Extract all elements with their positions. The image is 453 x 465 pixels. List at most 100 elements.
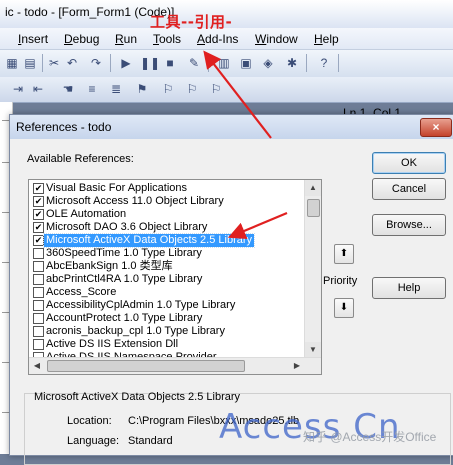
reference-label: AccessibilityCplAdmin 1.0 Type Library [46, 299, 236, 311]
reference-item[interactable]: ✔ Microsoft DAO 3.6 Object Library [29, 221, 305, 234]
language-label: Language: [67, 435, 119, 447]
priority-up-button[interactable]: ⬆ [334, 244, 354, 264]
object-browser-icon[interactable]: ◈ [260, 55, 276, 71]
reference-checkbox[interactable] [33, 248, 44, 259]
toolbar-separator [42, 54, 43, 72]
reference-item[interactable]: Access_Score [29, 286, 305, 299]
redo-icon[interactable]: ↷ [88, 55, 104, 71]
reset-icon[interactable]: ■ [162, 55, 178, 71]
reference-checkbox[interactable] [33, 313, 44, 324]
language-value: Standard [128, 435, 173, 447]
toolbox-icon[interactable]: ✱ [284, 55, 300, 71]
priority-down-button[interactable]: ⬇ [334, 298, 354, 318]
tools-references-annotation: 工具--引用- [150, 13, 233, 31]
edit-toolbar: ⇥ ⇤ ☚ ≡ ≣ ⚑ ⚐ ⚐ ⚐ [0, 77, 453, 103]
view-access-icon[interactable]: ▦ [4, 55, 20, 71]
toggle-bookmark-icon[interactable]: ⚑ [134, 81, 150, 97]
watermark-zh: 知乎 @Access开发Office [303, 430, 437, 444]
undo-icon[interactable]: ↶ [64, 55, 80, 71]
reference-checkbox[interactable] [33, 287, 44, 298]
scroll-up-icon[interactable]: ▲ [305, 180, 321, 196]
indent-icon[interactable]: ⇥ [10, 81, 26, 97]
insert-module-icon[interactable]: ▤ [22, 55, 38, 71]
reference-item[interactable]: AccountProtect 1.0 Type Library [29, 312, 305, 325]
reference-item[interactable]: ✔ Visual Basic For Applications [29, 182, 305, 195]
references-list[interactable]: ✔ Visual Basic For Applications ✔ Microsoft… [28, 179, 322, 375]
hand-icon[interactable]: ☚ [60, 81, 76, 97]
cancel-button[interactable]: Cancel [372, 178, 446, 200]
menu-window[interactable]: Window [255, 32, 298, 46]
toolbar-separator [208, 54, 209, 72]
available-references-label: Available References: [27, 153, 134, 165]
reference-checkbox[interactable]: ✔ [33, 183, 44, 194]
reference-item[interactable]: ✔ OLE Automation [29, 208, 305, 221]
toolbar-separator [338, 54, 339, 72]
reference-item[interactable]: AccessibilityCplAdmin 1.0 Type Library [29, 299, 305, 312]
design-mode-icon[interactable]: ✎ [186, 55, 202, 71]
scroll-thumb-horizontal[interactable] [47, 360, 245, 372]
outdent-icon[interactable]: ⇤ [30, 81, 46, 97]
cut-icon[interactable]: ✂ [46, 55, 62, 71]
menu-addins[interactable]: Add-Ins [197, 32, 238, 46]
properties-icon[interactable]: ▣ [238, 55, 254, 71]
reference-item[interactable]: ✔ Microsoft ActiveX Data Objects 2.5 Libr… [29, 233, 305, 248]
close-icon[interactable]: × [420, 118, 452, 137]
toolbar-separator [110, 54, 111, 72]
reference-checkbox[interactable] [33, 326, 44, 337]
standard-toolbar: ▦ ▤ ✂ ↶ ↷ ▶ ❚❚ ■ ✎ ▥ ▣ ◈ ✱ ? Ln 1, Col 1 [0, 50, 453, 120]
reference-label: acronis_backup_cpl 1.0 Type Library [46, 325, 225, 337]
reference-checkbox[interactable]: ✔ [33, 196, 44, 207]
arrow-up-icon: ⬆ [339, 248, 349, 259]
uncomment-block-icon[interactable]: ≣ [108, 81, 124, 97]
help-button[interactable]: Help [372, 277, 446, 299]
project-explorer-icon[interactable]: ▥ [216, 55, 232, 71]
reference-item[interactable]: 360SpeedTime 1.0 Type Library [29, 247, 305, 260]
reference-label: abcPrintCtl4RA 1.0 Type Library [46, 273, 203, 285]
reference-checkbox[interactable]: ✔ [33, 222, 44, 233]
browse-button[interactable]: Browse... [372, 214, 446, 236]
reference-label: Active DS IIS Extension Dll [46, 338, 179, 350]
reference-item[interactable]: acronis_backup_cpl 1.0 Type Library [29, 325, 305, 338]
comment-block-icon[interactable]: ≡ [84, 81, 100, 97]
next-bookmark-icon[interactable]: ⚐ [160, 81, 176, 97]
vertical-scrollbar[interactable]: ▲ ▼ [304, 180, 321, 358]
menu-debug[interactable]: Debug [64, 32, 99, 46]
reference-checkbox[interactable]: ✔ [33, 235, 44, 246]
run-icon[interactable]: ▶ [118, 55, 134, 71]
reference-checkbox[interactable]: ✔ [33, 209, 44, 220]
scroll-thumb[interactable] [307, 199, 320, 217]
menu-insert[interactable]: Insert [18, 32, 48, 46]
reference-label: AccountProtect 1.0 Type Library [46, 312, 203, 324]
reference-label: Microsoft Access 11.0 Object Library [46, 195, 224, 207]
menu-run[interactable]: Run [115, 32, 137, 46]
clear-bookmarks-icon[interactable]: ⚐ [208, 81, 224, 97]
ok-button[interactable]: OK [372, 152, 446, 174]
reference-label: AbcEbankSign 1.0 类型库 [46, 260, 173, 272]
reference-item[interactable]: AbcEbankSign 1.0 类型库 [29, 260, 305, 273]
menu-tools[interactable]: Tools [153, 32, 181, 46]
reference-item[interactable]: ✔ Microsoft Access 11.0 Object Library [29, 195, 305, 208]
prev-bookmark-icon[interactable]: ⚐ [184, 81, 200, 97]
dialog-title: References - todo [16, 120, 112, 134]
arrow-down-icon: ⬇ [339, 302, 349, 313]
reference-item[interactable]: abcPrintCtl4RA 1.0 Type Library [29, 273, 305, 286]
scroll-right-icon[interactable]: ▶ [289, 358, 305, 374]
horizontal-scrollbar[interactable]: ◀ ▶ [29, 357, 321, 374]
reference-label: OLE Automation [46, 208, 127, 220]
reference-item[interactable]: Active DS IIS Extension Dll [29, 338, 305, 351]
scroll-left-icon[interactable]: ◀ [29, 358, 45, 374]
menu-help[interactable]: Help [314, 32, 339, 46]
reference-checkbox[interactable] [33, 261, 44, 272]
reference-checkbox[interactable] [33, 339, 44, 350]
break-icon[interactable]: ❚❚ [140, 55, 160, 71]
toolbar-separator [306, 54, 307, 72]
reference-checkbox[interactable] [33, 274, 44, 285]
help-icon[interactable]: ? [316, 55, 332, 71]
reference-label: Access_Score [46, 286, 117, 298]
window-title: ic - todo - [Form_Form1 (Code)] [5, 5, 175, 19]
reference-checkbox[interactable] [33, 300, 44, 311]
references-rows: ✔ Visual Basic For Applications ✔ Microsoft… [29, 180, 305, 358]
scroll-down-icon[interactable]: ▼ [305, 342, 321, 358]
priority-label: Priority [323, 275, 358, 287]
reference-label: Microsoft ActiveX Data Objects 2.5 Libra… [42, 233, 256, 248]
